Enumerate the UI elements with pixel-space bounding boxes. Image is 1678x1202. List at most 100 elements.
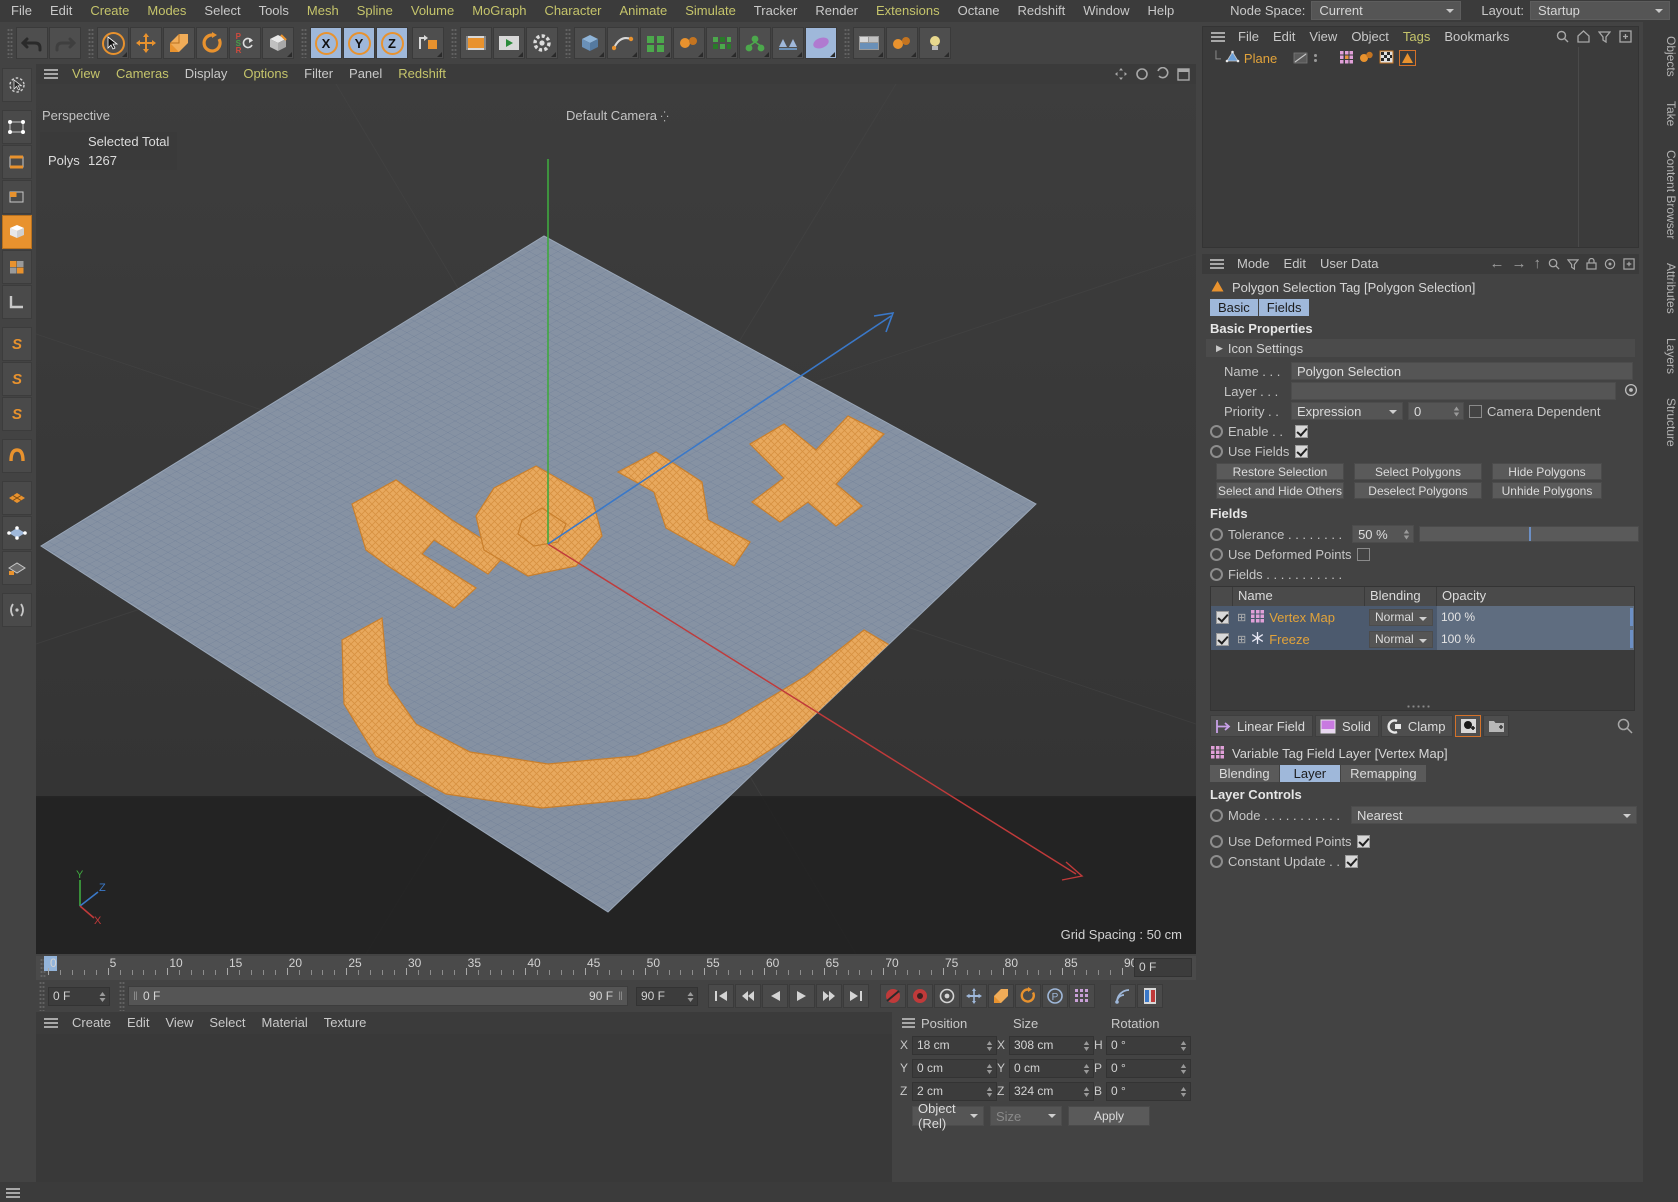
menu-item-tracker[interactable]: Tracker <box>745 0 807 22</box>
enable-animate-dot[interactable] <box>1210 424 1223 438</box>
rotation-h-spinner[interactable] <box>1179 1039 1188 1053</box>
polygon-selection-tag-icon[interactable] <box>1399 50 1417 66</box>
field-blending-select[interactable]: Normal <box>1369 608 1433 626</box>
live-selection-tool-button[interactable] <box>97 27 129 59</box>
tolerance-animate-dot[interactable] <box>1210 527 1223 541</box>
polygons-mode-icon[interactable] <box>2 180 32 214</box>
field-enabled-checkbox-cell[interactable] <box>1211 606 1233 628</box>
clamp-field-button[interactable]: Clamp <box>1380 715 1454 737</box>
rotation-p-spinner[interactable] <box>1179 1062 1188 1076</box>
enable-checkbox[interactable] <box>1295 424 1308 438</box>
symmetry-button[interactable] <box>805 27 837 59</box>
select-and-hide-others-button[interactable]: Select and Hide Others <box>1216 482 1344 499</box>
mograph-effector-button[interactable] <box>706 27 738 59</box>
texture-mode-icon[interactable] <box>2 250 32 284</box>
live-selection-tool-icon[interactable] <box>2 68 32 102</box>
field-opacity-cell[interactable]: 100 % <box>1437 628 1634 650</box>
cube-primitive-button[interactable] <box>574 27 606 59</box>
position-y-spinner[interactable] <box>985 1062 994 1076</box>
coordinates-mode-select[interactable]: Object (Rel) <box>912 1101 984 1131</box>
menu-item-help[interactable]: Help <box>1138 0 1183 22</box>
field-search-icon[interactable] <box>1617 718 1633 734</box>
materials-button[interactable] <box>886 27 918 59</box>
hide-polygons-button[interactable]: Hide Polygons <box>1492 463 1602 480</box>
range-left-handle[interactable]: ‖ <box>133 989 138 1003</box>
magnet-tool-icon[interactable] <box>2 439 32 473</box>
toolbar-grip-6[interactable] <box>844 28 850 58</box>
point-level-animation-button[interactable] <box>1069 984 1095 1008</box>
play-backwards-button[interactable] <box>762 984 788 1008</box>
menu-item-mesh[interactable]: Mesh <box>298 0 348 22</box>
object-row-plane[interactable]: └ Plane <box>1203 47 1638 69</box>
keyframe-selection-button[interactable] <box>934 984 960 1008</box>
material-hamburger-icon[interactable] <box>36 1018 64 1028</box>
rotate-tool-button[interactable] <box>196 27 228 59</box>
attributes-hamburger-icon[interactable] <box>1202 259 1230 269</box>
size-z-spinner[interactable] <box>1082 1085 1091 1099</box>
field-enabled-checkbox[interactable] <box>1215 632 1229 646</box>
icon-settings-fold[interactable]: ▶ Icon Settings <box>1206 339 1635 357</box>
timeline-ruler[interactable]: 0 5 10 15 20 25 30 35 40 45 50 55 60 65 70 75 80 85 90 0 F <box>36 956 1196 980</box>
uv-polygons-icon[interactable] <box>2 481 32 515</box>
fields-table-row[interactable]: ⊞ Freeze Normal 100 % <box>1211 628 1634 650</box>
object-menu-edit[interactable]: Edit <box>1266 27 1302 47</box>
points-mode-icon[interactable] <box>2 110 32 144</box>
position-x-input[interactable]: 18 cm <box>912 1035 997 1055</box>
position-key-button[interactable] <box>961 984 987 1008</box>
field-blending-cell[interactable]: Normal <box>1365 606 1437 628</box>
menu-item-spline[interactable]: Spline <box>348 0 402 22</box>
link-view-to-timeline-button[interactable] <box>1110 984 1136 1008</box>
menu-item-file[interactable]: File <box>2 0 41 22</box>
tab-remapping[interactable]: Remapping <box>1341 765 1426 782</box>
viewport-menu-cameras[interactable]: Cameras <box>108 64 177 84</box>
timeline-frame-field[interactable]: 0 F <box>1134 958 1192 977</box>
rotation-key-button[interactable] <box>1015 984 1041 1008</box>
material-menu-create[interactable]: Create <box>64 1012 119 1034</box>
fields-table-empty-area[interactable] <box>1211 650 1634 710</box>
render-settings-button[interactable] <box>526 27 558 59</box>
psr-reset-button[interactable]: PSR <box>229 27 261 59</box>
array-button[interactable] <box>772 27 804 59</box>
tab-layer[interactable]: Layer <box>1279 765 1341 782</box>
coordinates-hamburger-icon[interactable] <box>896 1018 921 1028</box>
position-z-spinner[interactable] <box>985 1085 994 1099</box>
uv-tag-icon[interactable] <box>1379 50 1394 67</box>
field-enabled-checkbox-cell[interactable] <box>1211 628 1233 650</box>
layout-presets-button[interactable] <box>853 27 885 59</box>
end-frame-input[interactable]: 90 F <box>636 986 698 1006</box>
enable-axis-modification-icon[interactable]: S <box>2 327 32 361</box>
priority-number-input[interactable]: 0 <box>1408 402 1464 420</box>
attr-lock-icon[interactable] <box>1586 257 1597 270</box>
attr-filter-icon[interactable] <box>1567 258 1579 270</box>
object-menu-bookmarks[interactable]: Bookmarks <box>1437 27 1516 47</box>
size-y-spinner[interactable] <box>1082 1062 1091 1076</box>
viewport-menu-filter[interactable]: Filter <box>296 64 341 84</box>
size-y-input[interactable]: 0 cm <box>1009 1058 1094 1078</box>
snap-tool-icon[interactable] <box>2 593 32 627</box>
field-blending-select[interactable]: Normal <box>1369 630 1433 648</box>
material-tag-icon[interactable] <box>1359 50 1374 67</box>
tab-blending[interactable]: Blending <box>1210 765 1279 782</box>
camera-dependent-checkbox[interactable] <box>1469 404 1482 418</box>
axis-lock-y-button[interactable]: Y <box>343 27 375 59</box>
undo-button[interactable] <box>16 27 48 59</box>
generator-button[interactable] <box>739 27 771 59</box>
field-opacity-slider[interactable] <box>1630 608 1633 626</box>
viewport-menu-redshift[interactable]: Redshift <box>390 64 454 84</box>
object-filter-icon[interactable] <box>1598 30 1611 43</box>
vertical-tab-content-browser[interactable]: Content Browser <box>1643 140 1678 249</box>
viewport-menu-options[interactable]: Options <box>235 64 296 84</box>
vertical-tab-take[interactable]: Take <box>1643 91 1678 136</box>
menu-item-animate[interactable]: Animate <box>611 0 677 22</box>
axis-lock-z-button[interactable]: Z <box>376 27 408 59</box>
layout-select[interactable]: Startup <box>1530 1 1670 20</box>
attr-back-icon[interactable]: ← <box>1490 256 1505 271</box>
material-list[interactable] <box>36 1034 892 1182</box>
layer-input[interactable] <box>1291 382 1616 400</box>
lay-udp-animate-dot[interactable] <box>1210 834 1223 848</box>
object-menu-tags[interactable]: Tags <box>1396 27 1437 47</box>
menu-item-create[interactable]: Create <box>81 0 138 22</box>
attributes-menu-edit[interactable]: Edit <box>1277 254 1313 274</box>
layer-mode-select[interactable]: Nearest <box>1351 806 1637 824</box>
axis-lock-x-button[interactable]: X <box>310 27 342 59</box>
